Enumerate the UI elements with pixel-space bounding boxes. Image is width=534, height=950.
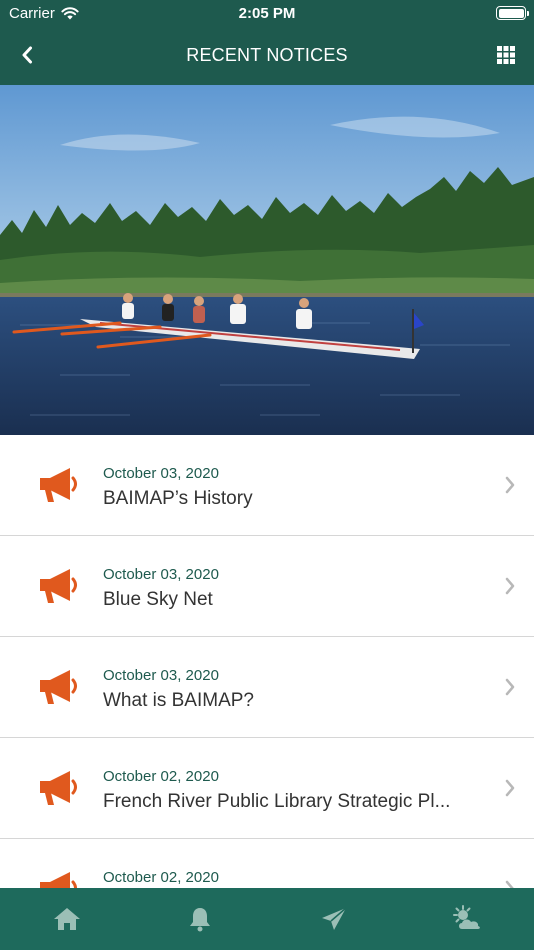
grid-icon: [497, 46, 515, 64]
notice-date: October 03, 2020: [103, 465, 219, 482]
hero-image: [0, 85, 534, 435]
menu-button[interactable]: [496, 45, 516, 65]
notice-title: Blue Sky Net: [103, 589, 213, 610]
page-title: RECENT NOTICES: [186, 45, 348, 65]
megaphone-icon: [40, 872, 77, 888]
notice-date: October 03, 2020: [103, 566, 219, 583]
megaphone-icon: [40, 569, 77, 603]
status-bar: Carrier 2:05 PM: [0, 0, 534, 27]
notice-row[interactable]: October 03, 2020 What is BAIMAP?: [0, 637, 534, 738]
tab-notifications[interactable]: [134, 888, 268, 950]
tab-weather[interactable]: [401, 888, 534, 950]
megaphone-icon: [40, 771, 77, 805]
home-icon: [53, 908, 80, 930]
chevron-right-icon: [505, 476, 515, 494]
tab-send[interactable]: [267, 888, 401, 950]
notice-list: October 03, 2020 BAIMAP’s History Octobe…: [0, 435, 534, 888]
notice-date: October 03, 2020: [103, 667, 219, 684]
status-time: 2:05 PM: [238, 5, 296, 22]
weather-icon: [453, 905, 481, 929]
bell-icon: [190, 908, 211, 932]
notice-title: French River Public Library Strategic Pl…: [103, 791, 451, 812]
send-icon: [321, 907, 347, 930]
tab-home[interactable]: [0, 888, 134, 950]
notice-row[interactable]: October 02, 2020: [0, 839, 534, 888]
notice-row[interactable]: October 02, 2020 French River Public Lib…: [0, 738, 534, 839]
notice-title: BAIMAP’s History: [103, 488, 253, 509]
chevron-right-icon: [505, 779, 515, 797]
notice-date: October 02, 2020: [103, 768, 219, 785]
battery-icon: [496, 6, 529, 20]
chevron-right-icon: [505, 577, 515, 595]
nav-bar: RECENT NOTICES: [0, 27, 534, 85]
notice-row[interactable]: October 03, 2020 BAIMAP’s History: [0, 435, 534, 536]
rowing-photo: [0, 85, 534, 435]
notice-date: October 02, 2020: [103, 869, 219, 886]
megaphone-icon: [40, 670, 77, 704]
megaphone-icon: [40, 468, 77, 502]
notice-row[interactable]: October 03, 2020 Blue Sky Net: [0, 536, 534, 637]
chevron-right-icon: [505, 880, 514, 888]
chevron-right-icon: [505, 678, 515, 696]
notice-title: What is BAIMAP?: [103, 690, 254, 711]
tab-bar: [0, 888, 534, 950]
